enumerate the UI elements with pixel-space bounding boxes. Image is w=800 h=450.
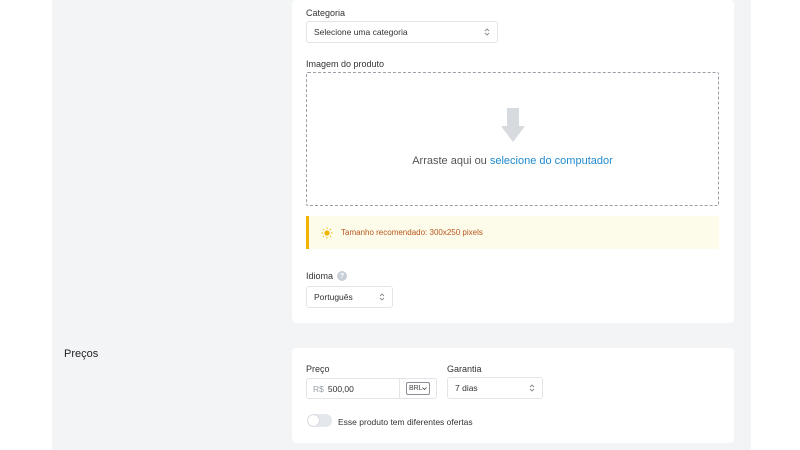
select-from-computer-link[interactable]: selecione do computador	[490, 155, 613, 167]
currency-prefix: R$	[313, 383, 324, 394]
price-input[interactable]: R$ 500,00 BRL	[306, 378, 437, 399]
category-label: Categoria	[306, 8, 346, 18]
currency-select-value: BRL	[409, 385, 423, 392]
toggle-knob	[308, 415, 319, 426]
chevron-down-icon	[422, 387, 427, 391]
dropzone-instruction: Arraste aqui ou	[412, 155, 490, 167]
price-label: Preço	[306, 364, 330, 374]
updown-chevron-icon	[379, 293, 385, 301]
price-value: 500,00	[327, 383, 354, 394]
updown-chevron-icon	[529, 384, 535, 392]
language-select-value: Português	[314, 292, 353, 302]
language-label: Idioma	[306, 271, 334, 281]
category-select[interactable]: Selecione uma categoria	[306, 21, 498, 43]
alert-message: Tamanho recomendado: 300x250 pixels	[341, 228, 483, 237]
warranty-select[interactable]: 7 dias	[447, 377, 543, 399]
currency-select[interactable]: BRL	[406, 382, 430, 395]
different-offers-toggle[interactable]	[307, 414, 332, 427]
image-dropzone[interactable]: Arraste aqui ou selecione do computador	[306, 72, 719, 206]
dropzone-text: Arraste aqui ou selecione do computador	[307, 155, 718, 167]
updown-chevron-icon	[484, 28, 490, 36]
price-divider	[399, 379, 400, 398]
different-offers-label: Esse produto tem diferentes ofertas	[338, 417, 473, 427]
help-icon[interactable]: ?	[337, 271, 347, 281]
warranty-label: Garantia	[447, 364, 482, 374]
category-select-value: Selecione uma categoria	[314, 27, 408, 37]
pricing-section-title: Preços	[64, 348, 99, 360]
sun-icon	[321, 227, 333, 238]
language-select[interactable]: Português	[306, 286, 393, 308]
warranty-select-value: 7 dias	[455, 383, 478, 393]
recommended-size-alert: Tamanho recomendado: 300x250 pixels	[306, 216, 719, 249]
download-arrow-icon	[501, 108, 525, 142]
image-label: Imagem do produto	[306, 59, 385, 69]
